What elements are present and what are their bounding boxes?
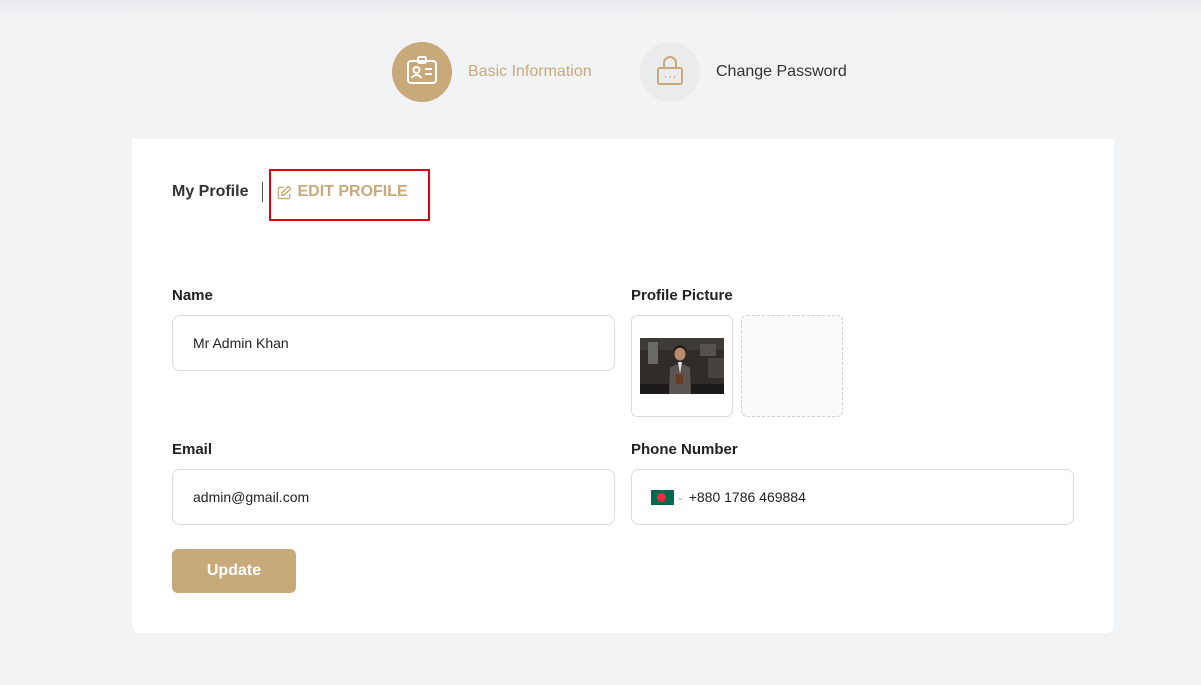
highlight-box [269,169,430,221]
phone-number-label: Phone Number [631,441,738,458]
chevron-down-icon: ⌄ [677,492,684,502]
country-code-select[interactable]: ⌄ [651,489,684,505]
step-basic-label: Basic Information [468,63,592,80]
step-change-password[interactable]: Change Password [640,42,847,102]
phone-number-field[interactable]: ⌄ +880 1786 469884 [631,469,1074,525]
top-shade [0,0,1201,18]
my-profile-title: My Profile [172,183,249,200]
tab-divider [262,182,264,202]
upload-picture-slot[interactable] [741,315,843,417]
id-card-icon [406,55,438,90]
bangladesh-flag-icon [651,489,674,505]
name-input[interactable] [172,315,615,371]
update-button[interactable]: Update [172,549,296,593]
profile-picture-thumbnail[interactable] [631,315,733,417]
step-password-circle [640,42,700,102]
step-basic-circle [392,42,452,102]
email-label: Email [172,441,213,458]
phone-number-value[interactable]: +880 1786 469884 [689,489,806,505]
name-label: Name [172,287,213,304]
step-password-label: Change Password [716,63,847,80]
profile-card: My Profile EDIT PROFILE Name Profile Pic… [132,139,1114,633]
step-basic-information[interactable]: Basic Information [392,42,592,102]
lock-icon [655,54,685,91]
profile-photo [640,338,724,394]
profile-steps: Basic Information Change Password [0,42,1201,104]
profile-picture-label: Profile Picture [631,287,733,304]
email-input[interactable] [172,469,615,525]
